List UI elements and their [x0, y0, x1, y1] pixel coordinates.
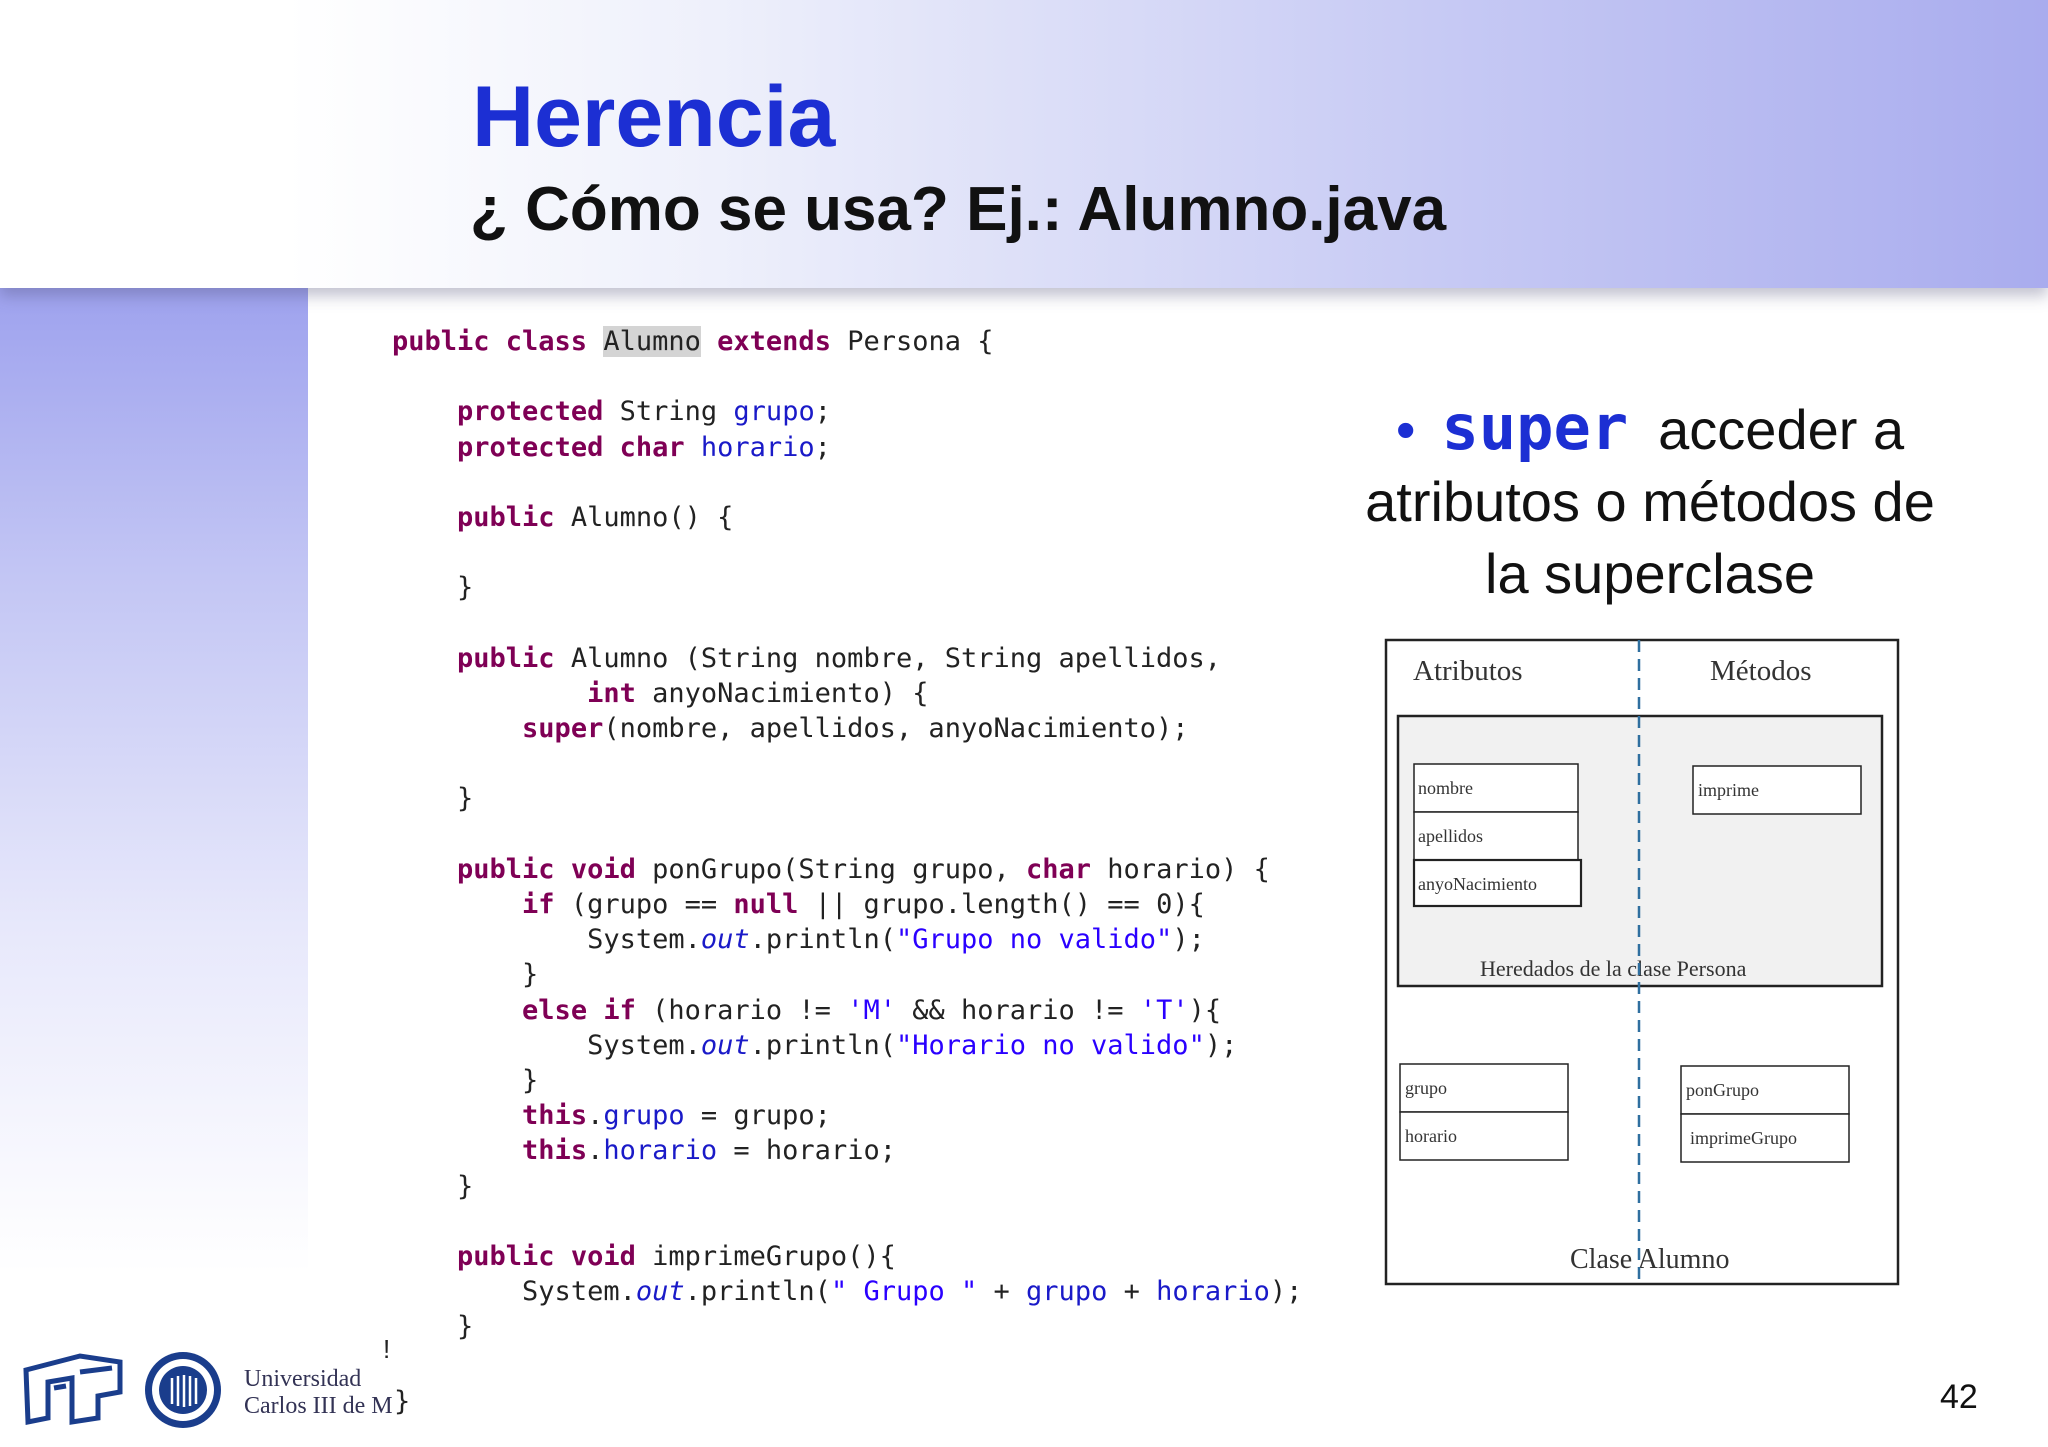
code-line: System.out.println("Horario no valido");: [587, 1029, 1238, 1061]
code-line: protected String grupo;: [457, 396, 831, 428]
class-diagram: Atributos Métodos nombre apellidos anyoN…: [1384, 638, 1900, 1286]
bullet-dot-icon: •: [1395, 398, 1416, 461]
code-line: }: [457, 783, 474, 815]
code-line: public Alumno (String nombre, String ape…: [457, 642, 1222, 674]
bullet-point: • super acceder a atributos o métodos de l…: [1300, 392, 2000, 610]
code-line: }: [457, 1311, 474, 1343]
code-line: public void ponGrupo(String grupo, char …: [457, 853, 1270, 885]
code-line: if (grupo == null || grupo.length() == 0…: [522, 889, 1205, 920]
slide-header: Herencia ¿ Cómo se usa? Ej.: Alumno.java: [0, 0, 2048, 288]
university-line-2: Carlos III de M: [244, 1393, 393, 1419]
class-label: Clase Alumno: [1570, 1244, 1729, 1275]
university-name: Universidad Carlos III de M: [244, 1366, 393, 1420]
code-line: super(nombre, apellidos, anyoNacimiento)…: [522, 713, 1189, 745]
attribute-apellidos: apellidos: [1418, 826, 1483, 846]
university-line-1: Universidad: [244, 1366, 362, 1392]
code-line: int anyoNacimiento) {: [587, 677, 929, 709]
code-line: this.grupo = grupo;: [522, 1100, 831, 1132]
side-decoration-band: [0, 288, 308, 1447]
code-line: this.horario = horario;: [522, 1135, 896, 1167]
attribute-horario: horario: [1405, 1126, 1457, 1146]
class-name-highlight: Alumno: [603, 326, 701, 357]
code-line: public void imprimeGrupo(){: [457, 1240, 896, 1272]
university-seal-icon: [145, 1352, 221, 1428]
bullet-text-2: atributos o métodos de: [1365, 470, 1935, 533]
code-line: }: [522, 1064, 539, 1096]
slide-subtitle: ¿ Cómo se usa? Ej.: Alumno.java: [470, 175, 1447, 244]
code-line: protected char horario;: [457, 431, 831, 463]
code-line: public class Alumno extends Persona {: [392, 326, 994, 357]
bullet-line-1: • super acceder a: [1300, 392, 2000, 466]
code-line: System.out.println("Grupo no valido");: [587, 924, 1205, 956]
code-line: System.out.println(" Grupo " + grupo + h…: [522, 1276, 1303, 1308]
page-number: 42: [1940, 1378, 1978, 1416]
method-pongrupo: ponGrupo: [1686, 1080, 1759, 1100]
logo-mark-icon: [23, 1353, 123, 1426]
code-line: else if (horario != 'M' && horario != 'T…: [522, 994, 1222, 1026]
attribute-grupo: grupo: [1405, 1078, 1447, 1098]
code-listing: public class Alumno extends Persona { pr…: [392, 324, 1302, 1344]
university-logo: [23, 1352, 221, 1428]
slide-title: Herencia: [472, 69, 836, 165]
code-line: }: [457, 572, 474, 604]
method-imprime: imprime: [1698, 780, 1759, 800]
stray-mark: !: [383, 1334, 391, 1364]
attribute-nombre: nombre: [1418, 778, 1473, 798]
super-keyword: super: [1441, 391, 1629, 464]
attribute-anyonacimiento: anyoNacimiento: [1418, 874, 1537, 894]
code-line: }: [457, 1170, 474, 1202]
inherited-label: Heredados de la clase Persona: [1480, 956, 1747, 981]
closing-brace: }: [394, 1386, 411, 1417]
methods-heading: Métodos: [1710, 655, 1812, 687]
code-line: }: [522, 959, 539, 991]
method-imprimegrupo: imprimeGrupo: [1690, 1128, 1797, 1148]
code-line: public Alumno() {: [457, 501, 734, 533]
bullet-text-1: acceder a: [1658, 398, 1905, 461]
attributes-heading: Atributos: [1413, 655, 1523, 687]
bullet-text-3: la superclase: [1485, 542, 1815, 605]
